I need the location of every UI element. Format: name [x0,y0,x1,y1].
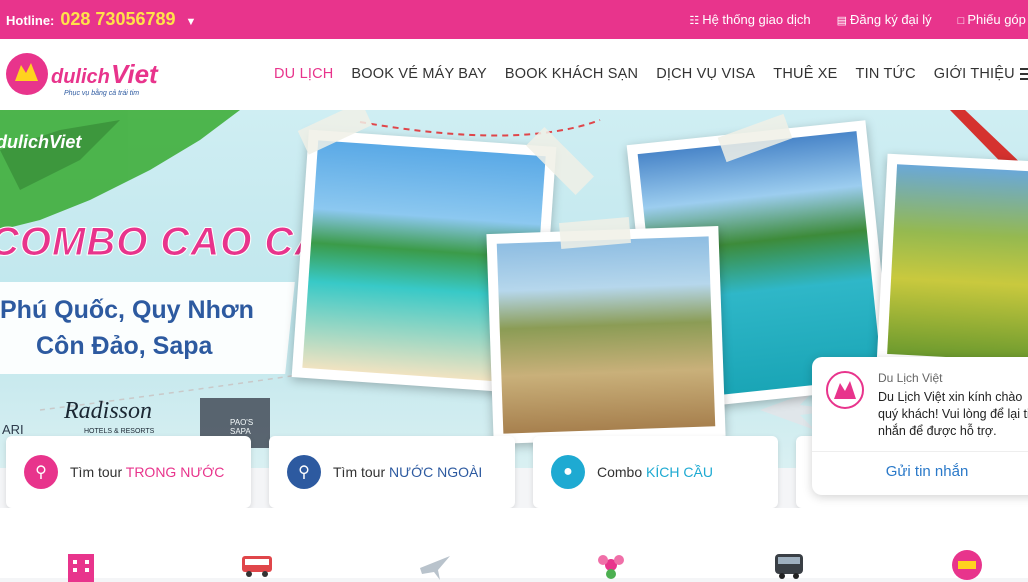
partner-logo-radisson: Radisson [64,398,153,424]
nav-du-lich[interactable]: DU LỊCH [274,66,333,82]
category-icons-row [0,508,1028,582]
main-header: dulich Viet Phục vụ bằng cả trái tim DU … [0,39,1028,110]
chat-divider [812,451,1028,452]
search-icon: ⚲ [24,455,58,489]
photo-sapa [876,153,1028,373]
nav-gioi-thieu[interactable]: GIỚI THIỆU [934,66,1015,82]
chat-widget: Du Lịch Việt Du Lịch Việt xin kính chào … [812,357,1028,495]
top-link-branches[interactable]: ☷ Hệ thống giao dịch [689,12,810,27]
bus-icon[interactable] [240,548,274,582]
search-international-highlight: NƯỚC NGOÀI [389,464,483,480]
partner-logo-ari: ARI [2,422,24,437]
main-nav: DU LỊCH BOOK VÉ MÁY BAY BOOK KHÁCH SẠN D… [274,66,1015,82]
chat-agent-name: Du Lịch Việt [878,371,943,385]
top-bar: Hotline: 028 73056789 ▼ ☷ Hệ thống giao d… [0,0,1028,39]
menu-icon[interactable] [1020,65,1028,81]
hotel-icon[interactable] [64,548,98,582]
top-links: ☷ Hệ thống giao dịch ▤ Đăng ký đại lý □ Phi… [689,12,1028,27]
partner-logo-radisson-sub: HOTELS & RESORTS [84,428,155,435]
hotline[interactable]: Hotline: 028 73056789 ▼ [6,9,196,30]
search-domestic-prefix: Tìm tour [70,464,126,480]
chevron-down-icon[interactable]: ▼ [186,16,197,28]
flower-icon[interactable] [594,548,628,582]
site-logo[interactable]: dulich Viet Phục vụ bằng cả trái tim [6,51,186,101]
search-domestic-card[interactable]: ⚲ Tìm tour TRONG NƯỚC [6,436,251,508]
search-combo-highlight: KÍCH CẦU [646,464,713,480]
banner-line-1: Phú Quốc, Quy Nhơn [0,296,254,324]
hotline-number[interactable]: 028 73056789 [60,9,175,30]
banner-brand: dulichViet [0,132,82,152]
airplane-icon[interactable] [418,548,452,582]
search-domestic-highlight: TRONG NƯỚC [125,464,225,480]
nav-thue-xe[interactable]: THUÊ XE [773,66,837,82]
svg-text:Viet: Viet [111,59,159,89]
nav-book-ve-may-bay[interactable]: BOOK VÉ MÁY BAY [351,66,486,82]
nav-tin-tuc[interactable]: TIN TỨC [856,66,916,82]
search-international-card[interactable]: ⚲ Tìm tour NƯỚC NGOÀI [269,436,515,508]
hotline-label: Hotline: [6,13,55,28]
document-icon: □ [957,15,965,27]
nav-book-khach-san[interactable]: BOOK KHÁCH SẠN [505,66,638,82]
new-year-icon[interactable] [950,548,984,582]
send-message-button[interactable]: Gửi tin nhắn [812,453,1028,495]
search-combo-card[interactable]: ● Combo KÍCH CẦU [533,436,778,508]
svg-text:dulich: dulich [51,66,110,88]
top-link-agent[interactable]: ▤ Đăng ký đại lý [837,12,932,27]
van-icon[interactable] [772,548,806,582]
search-icon: ⚲ [287,455,321,489]
search-combo-prefix: Combo [597,464,647,480]
group-icon: ● [551,455,585,489]
banner-line-2: Côn Đảo, Sapa [36,332,213,360]
nav-dich-vu-visa[interactable]: DỊCH VỤ VISA [656,66,755,82]
photo-quy-nhon [486,226,726,444]
svg-text:Phục vụ bằng cả trái tim: Phục vụ bằng cả trái tim [64,88,139,97]
chat-avatar [826,371,864,409]
id-card-icon: ▤ [836,15,848,27]
chat-message: Du Lịch Việt xin kính chào quý khách! Vu… [878,390,1028,438]
search-international-prefix: Tìm tour [333,464,390,480]
sitemap-icon: ☷ [689,15,700,27]
top-link-feedback[interactable]: □Phiếu góp ý [958,12,1028,27]
